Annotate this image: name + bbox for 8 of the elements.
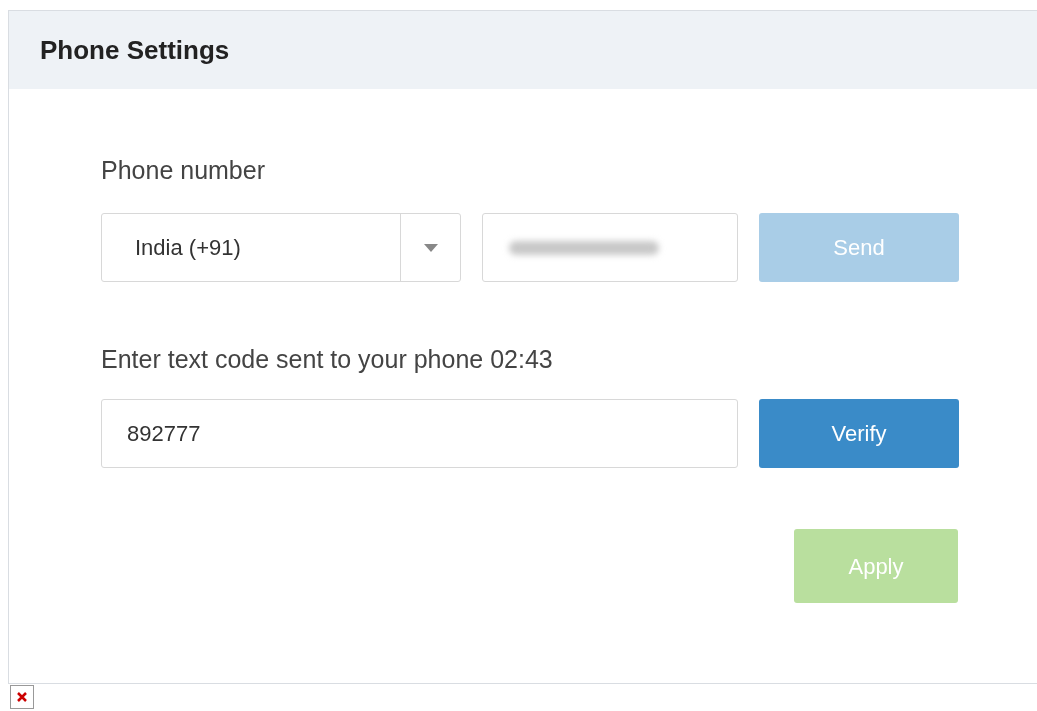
panel-title: Phone Settings <box>40 33 230 67</box>
caret-icon <box>423 243 438 252</box>
code-input-field[interactable]: 892777 <box>101 399 738 468</box>
country-select[interactable]: India (+91) <box>101 213 461 282</box>
field-label: Enter text code sent to your phone 02:43 <box>101 344 553 374</box>
phone-number-field[interactable] <box>482 213 738 282</box>
verify-button[interactable]: Verify <box>759 399 959 468</box>
field-label: Phone number <box>101 155 265 185</box>
